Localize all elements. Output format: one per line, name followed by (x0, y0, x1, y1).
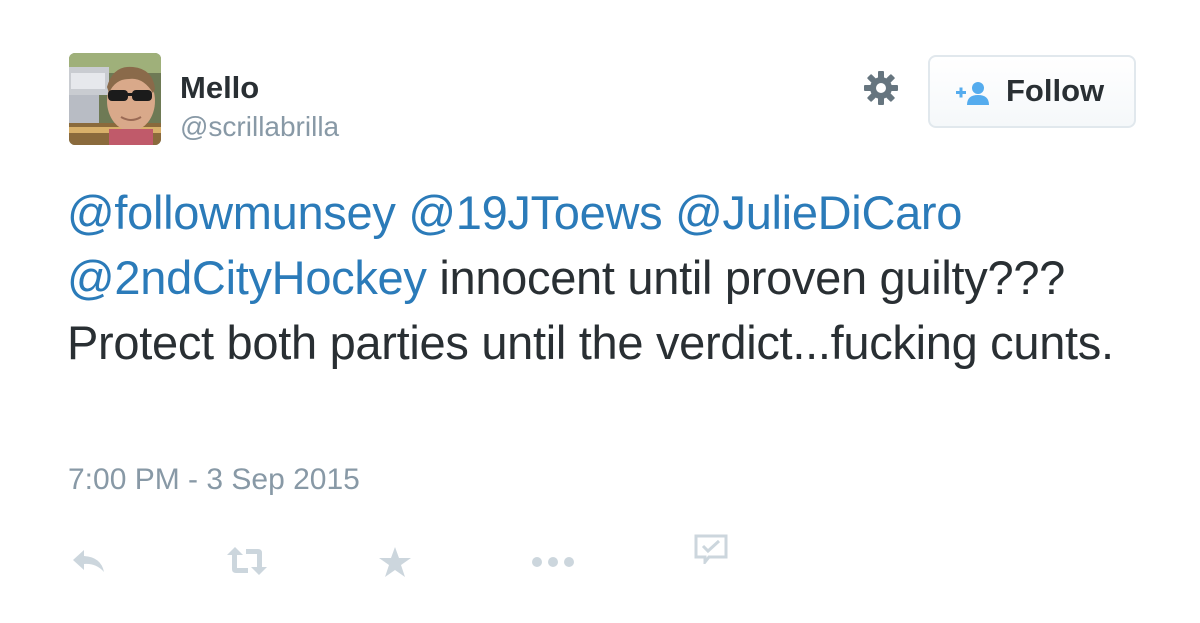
tweet-timestamp[interactable]: 7:00 PM - 3 Sep 2015 (68, 460, 360, 500)
follow-button-label: Follow (1006, 73, 1105, 108)
mention-link[interactable]: @2ndCityHockey (67, 251, 427, 304)
avatar[interactable] (69, 53, 161, 145)
follow-button[interactable]: Follow (928, 55, 1136, 128)
retweet-icon[interactable] (226, 546, 268, 576)
tweet-card: Mello @scrillabrilla Follow @followmunse… (0, 0, 1200, 623)
user-name[interactable]: Mello (180, 70, 259, 106)
analytics-icon[interactable] (694, 534, 728, 567)
user-handle[interactable]: @scrillabrilla (180, 110, 339, 144)
add-user-icon (954, 79, 990, 107)
more-icon[interactable] (530, 555, 576, 569)
mention-link[interactable]: @followmunsey (67, 186, 396, 239)
favorite-icon[interactable] (378, 546, 412, 578)
mention-link[interactable]: @19JToews (408, 186, 662, 239)
reply-icon[interactable] (70, 546, 108, 576)
tweet-text: @followmunsey @19JToews @JulieDiCaro @2n… (67, 180, 1147, 375)
gear-icon[interactable] (862, 69, 900, 107)
mention-link[interactable]: @JulieDiCaro (675, 186, 962, 239)
